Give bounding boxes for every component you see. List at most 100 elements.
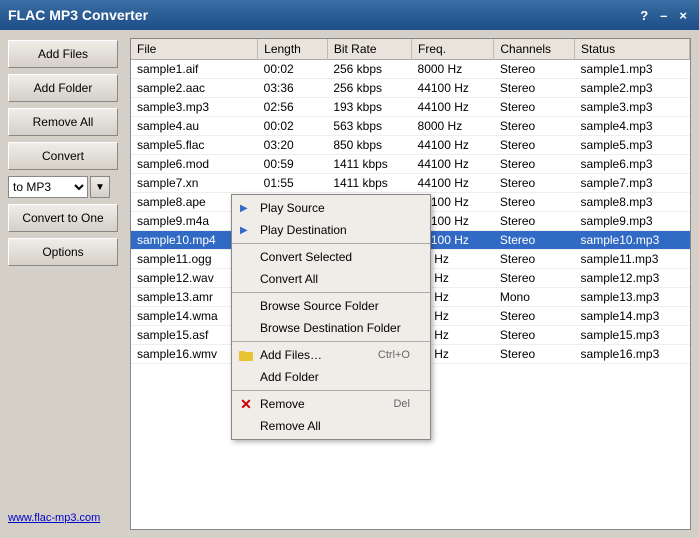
add-files-button[interactable]: Add Files <box>8 40 118 68</box>
table-row[interactable]: sample6.mod00:591411 kbps44100 HzStereos… <box>131 155 690 174</box>
cell-length: 00:02 <box>258 60 328 79</box>
cell-freq: 44100 Hz <box>412 79 494 98</box>
convert-to-one-button[interactable]: Convert to One <box>8 204 118 232</box>
cell-channels: Stereo <box>494 193 575 212</box>
format-select[interactable]: to MP3 to FLAC to WAV to OGG <box>8 176 88 198</box>
cell-file: sample3.mp3 <box>131 98 258 117</box>
cell-status: sample3.mp3 <box>575 98 690 117</box>
cell-status: sample15.mp3 <box>575 326 690 345</box>
cell-freq: 8000 Hz <box>412 117 494 136</box>
context-menu-item[interactable]: ▶ Play Source <box>232 197 430 219</box>
context-menu-item[interactable]: ▶Play Destination <box>232 219 430 241</box>
remove-icon: ✕ <box>238 397 254 411</box>
convert-button[interactable]: Convert <box>8 142 118 170</box>
cell-bitrate: 256 kbps <box>327 79 411 98</box>
cell-status: sample8.mp3 <box>575 193 690 212</box>
cell-freq: 44100 Hz <box>412 98 494 117</box>
col-length: Length <box>258 39 328 60</box>
options-button[interactable]: Options <box>8 238 118 266</box>
context-menu-item[interactable]: Browse Source Folder <box>232 295 430 317</box>
cell-channels: Stereo <box>494 269 575 288</box>
cell-channels: Stereo <box>494 345 575 364</box>
context-menu-item[interactable]: Add Folder <box>232 366 430 388</box>
table-row[interactable]: sample5.flac03:20850 kbps44100 HzStereos… <box>131 136 690 155</box>
cell-bitrate: 193 kbps <box>327 98 411 117</box>
col-freq: Freq. <box>412 39 494 60</box>
cell-status: sample9.mp3 <box>575 212 690 231</box>
app-title: FLAC MP3 Converter <box>8 7 148 23</box>
cell-length: 00:02 <box>258 117 328 136</box>
help-button[interactable]: ? <box>636 8 652 23</box>
cell-bitrate: 256 kbps <box>327 60 411 79</box>
cell-channels: Stereo <box>494 231 575 250</box>
context-menu-item-label: Convert Selected <box>260 250 352 264</box>
cell-status: sample7.mp3 <box>575 174 690 193</box>
cell-status: sample4.mp3 <box>575 117 690 136</box>
cell-channels: Stereo <box>494 79 575 98</box>
main-container: Add Files Add Folder Remove All Convert … <box>0 30 699 538</box>
cell-bitrate: 563 kbps <box>327 117 411 136</box>
cell-file: sample1.aif <box>131 60 258 79</box>
cell-channels: Stereo <box>494 60 575 79</box>
context-menu-item[interactable]: Convert Selected <box>232 246 430 268</box>
cell-status: sample1.mp3 <box>575 60 690 79</box>
remove-all-button[interactable]: Remove All <box>8 108 118 136</box>
cell-freq: 8000 Hz <box>412 60 494 79</box>
title-bar-controls: ? – × <box>636 8 691 23</box>
submenu-arrow-icon: ▶ <box>240 203 248 214</box>
cell-freq: 44100 Hz <box>412 136 494 155</box>
context-menu-item-label: Browse Destination Folder <box>260 321 401 335</box>
cell-channels: Stereo <box>494 326 575 345</box>
context-menu-item-label: Add Files… <box>260 348 322 362</box>
format-dropdown-button[interactable]: ▼ <box>90 176 110 198</box>
cell-channels: Stereo <box>494 250 575 269</box>
file-list-area: File Length Bit Rate Freq. Channels Stat… <box>130 38 691 530</box>
context-menu-item[interactable]: Convert All <box>232 268 430 290</box>
table-row[interactable]: sample7.xn01:551411 kbps44100 HzStereosa… <box>131 174 690 193</box>
table-row[interactable]: sample3.mp302:56193 kbps44100 HzStereosa… <box>131 98 690 117</box>
cell-status: sample12.mp3 <box>575 269 690 288</box>
context-menu-item-label: Browse Source Folder <box>260 299 379 313</box>
context-menu-item[interactable]: ✕ Remove Del <box>232 393 430 415</box>
table-row[interactable]: sample4.au00:02563 kbps8000 HzStereosamp… <box>131 117 690 136</box>
cell-length: 02:56 <box>258 98 328 117</box>
context-menu: ▶ Play Source ▶Play Destination Convert Sel… <box>231 194 431 440</box>
table-header-row: File Length Bit Rate Freq. Channels Stat… <box>131 39 690 60</box>
cell-channels: Stereo <box>494 212 575 231</box>
context-menu-item-label: Remove <box>260 397 305 411</box>
cell-channels: Stereo <box>494 307 575 326</box>
col-channels: Channels <box>494 39 575 60</box>
cell-file: sample2.aac <box>131 79 258 98</box>
context-menu-separator <box>232 341 430 342</box>
context-menu-item[interactable]: Add Files… Ctrl+O <box>232 344 430 366</box>
context-menu-separator <box>232 243 430 244</box>
cell-file: sample5.flac <box>131 136 258 155</box>
submenu-arrow-icon: ▶ <box>240 225 248 236</box>
context-menu-separator <box>232 390 430 391</box>
table-row[interactable]: sample1.aif00:02256 kbps8000 HzStereosam… <box>131 60 690 79</box>
cell-channels: Stereo <box>494 98 575 117</box>
website-link[interactable]: www.flac-mp3.com <box>8 508 122 528</box>
cell-length: 03:20 <box>258 136 328 155</box>
cell-status: sample5.mp3 <box>575 136 690 155</box>
cell-status: sample10.mp3 <box>575 231 690 250</box>
cell-file: sample6.mod <box>131 155 258 174</box>
minimize-button[interactable]: – <box>656 8 671 23</box>
context-menu-item-label: Play Source <box>260 201 325 215</box>
context-menu-item[interactable]: Remove All <box>232 415 430 437</box>
cell-status: sample16.mp3 <box>575 345 690 364</box>
context-menu-shortcut: Del <box>393 398 410 410</box>
add-folder-button[interactable]: Add Folder <box>8 74 118 102</box>
context-menu-item[interactable]: Browse Destination Folder <box>232 317 430 339</box>
table-row[interactable]: sample2.aac03:36256 kbps44100 HzStereosa… <box>131 79 690 98</box>
close-button[interactable]: × <box>675 8 691 23</box>
cell-status: sample14.mp3 <box>575 307 690 326</box>
cell-channels: Stereo <box>494 117 575 136</box>
context-menu-item-label: Convert All <box>260 272 318 286</box>
context-menu-shortcut: Ctrl+O <box>378 349 410 361</box>
col-bitrate: Bit Rate <box>327 39 411 60</box>
context-menu-item-label: Remove All <box>260 419 321 433</box>
cell-freq: 44100 Hz <box>412 155 494 174</box>
cell-file: sample7.xn <box>131 174 258 193</box>
title-bar: FLAC MP3 Converter ? – × <box>0 0 699 30</box>
